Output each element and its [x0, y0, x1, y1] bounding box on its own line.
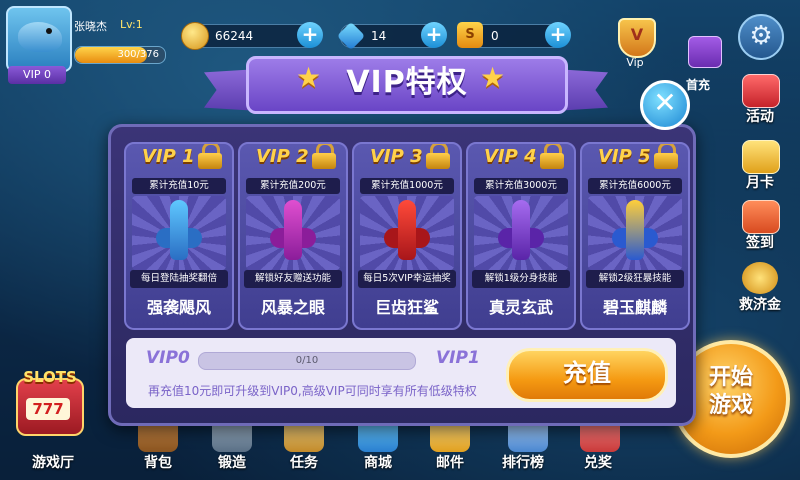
add-gems-button[interactable]: + — [421, 22, 447, 48]
vip-button[interactable]: V Vip — [610, 8, 660, 69]
star-icon: ★ — [480, 61, 506, 94]
vip-card[interactable]: VIP 5 累计充值6000元 解锁2级狂暴技能 碧玉麒麟 — [580, 142, 690, 330]
ticket-counter: S 0 + — [457, 22, 571, 48]
ticket-value: 0 — [491, 29, 499, 43]
vip-card-level: VIP 5 — [598, 146, 651, 167]
close-icon: ✕ — [653, 86, 677, 119]
lock-icon — [198, 144, 222, 170]
cannon-ship-icon — [384, 200, 430, 264]
gift-icon — [742, 74, 780, 108]
start-game-label: 开始 游戏 — [708, 365, 753, 418]
lock-icon — [426, 144, 450, 170]
nav-leaderboard[interactable]: 排行榜 — [502, 452, 544, 472]
exp-text: 300/376 — [117, 49, 159, 60]
side-item-checkin[interactable]: 签到 — [730, 200, 790, 252]
vip-card-benefit: 解锁1级分身技能 — [472, 270, 570, 288]
add-tickets-button[interactable]: + — [545, 22, 571, 48]
nav-shop[interactable]: 商城 — [364, 452, 392, 472]
vip-card-cannon-name: 风暴之眼 — [260, 298, 325, 317]
vip-card-benefit: 解锁好友赠送功能 — [244, 270, 342, 288]
calendar-icon — [742, 140, 780, 174]
player-level: Lv:1 — [120, 18, 143, 31]
coins-icon — [742, 262, 778, 294]
vip-card[interactable]: VIP 2 累计充值200元 解锁好友赠送功能 风暴之眼 — [238, 142, 348, 330]
vip-level-badge: VIP 0 — [8, 66, 66, 84]
vip-card-level: VIP 4 — [484, 146, 537, 167]
ticket-icon: S — [457, 22, 483, 48]
exp-bar: 300/376 — [74, 46, 166, 64]
nav-forge[interactable]: 锻造 — [218, 452, 246, 472]
nav-mail[interactable]: 邮件 — [436, 452, 464, 472]
game-hall-label: 游戏厅 — [32, 455, 74, 471]
side-item-label: 月卡 — [746, 175, 774, 191]
first-charge-label: 首充 — [686, 78, 711, 92]
first-charge-button[interactable]: 首充 — [684, 36, 724, 92]
vip-card-level: VIP 3 — [370, 146, 423, 167]
lock-icon — [654, 144, 678, 170]
gem-counter: 14 + — [336, 21, 447, 51]
vip-card[interactable]: VIP 4 累计充值3000元 解锁1级分身技能 真灵玄武 — [466, 142, 576, 330]
vip-card-level: VIP 1 — [142, 146, 195, 167]
vip-card-requirement: 累计充值10元 — [132, 178, 226, 194]
star-icon: ★ — [296, 61, 322, 94]
lock-icon — [540, 144, 564, 170]
side-item-label: 活动 — [746, 109, 774, 125]
side-item-relief[interactable]: 救济金 — [730, 262, 790, 314]
vip-card-requirement: 累计充值3000元 — [474, 178, 568, 194]
vip-button-label: Vip — [626, 56, 644, 69]
recharge-button[interactable]: 充值 — [506, 348, 668, 402]
vip-card[interactable]: VIP 3 累计充值1000元 每日5次VIP幸运抽奖 巨齿狂鲨 — [352, 142, 462, 330]
vip-crown-icon: V — [618, 18, 656, 58]
vip-card-cannon-name: 强袭飓风 — [146, 298, 211, 317]
settings-button[interactable]: ⚙ — [738, 14, 784, 60]
vip-card-cannon-name: 巨齿狂鲨 — [374, 298, 439, 317]
vip-card-requirement: 累计充值1000元 — [360, 178, 454, 194]
shark-avatar-icon — [18, 22, 62, 52]
coin-counter: 66244 + — [181, 22, 323, 50]
side-item-activity[interactable]: 活动 — [730, 74, 790, 126]
cannon-ship-icon — [498, 200, 544, 264]
vip-card-level: VIP 2 — [256, 146, 309, 167]
side-item-label: 救济金 — [739, 297, 781, 313]
cannon-ship-icon — [156, 200, 202, 264]
vip-card[interactable]: VIP 1 累计充值10元 每日登陆抽奖翻倍 强袭飓风 — [124, 142, 234, 330]
cannon-ship-icon — [270, 200, 316, 264]
player-name: 张晓杰 — [74, 20, 107, 33]
player-avatar[interactable] — [6, 6, 72, 72]
modal-title-banner: VIP特权 — [246, 56, 568, 114]
slots-reels: 777 — [26, 398, 70, 420]
current-vip-label: VIP0 — [146, 348, 190, 368]
side-item-monthly-card[interactable]: 月卡 — [730, 140, 790, 192]
coin-icon — [181, 22, 209, 50]
gem-value: 14 — [371, 29, 387, 43]
vip-card-requirement: 累计充值6000元 — [588, 178, 682, 194]
gift-box-icon — [688, 36, 722, 68]
vip-card-benefit: 解锁2级狂暴技能 — [586, 270, 684, 288]
side-item-label: 签到 — [746, 235, 774, 251]
lock-icon — [312, 144, 336, 170]
slots-word: SLOTS — [23, 368, 77, 386]
vip-progress-text: 0/10 — [295, 355, 319, 366]
upgrade-hint: 再充值10元即可升级到VIP0,高级VIP可同时享有所有低级特权 — [148, 384, 477, 398]
next-vip-label: VIP1 — [436, 348, 480, 368]
vip-card-requirement: 累计充值200元 — [246, 178, 340, 194]
nav-backpack[interactable]: 背包 — [144, 452, 172, 472]
vip-card-benefit: 每日5次VIP幸运抽奖 — [358, 270, 456, 288]
coin-value: 66244 — [215, 29, 254, 43]
cannon-ship-icon — [612, 200, 658, 264]
close-button[interactable]: ✕ — [640, 80, 690, 130]
vip-card-cannon-name: 碧玉麒麟 — [602, 298, 667, 317]
nav-redeem[interactable]: 兑奖 — [584, 452, 612, 472]
checkin-icon — [742, 200, 780, 234]
vip-card-cannon-name: 真灵玄武 — [488, 298, 553, 317]
gear-icon: ⚙ — [749, 21, 773, 51]
vip-progress-bar: 0/10 — [198, 352, 416, 370]
add-coins-button[interactable]: + — [297, 22, 323, 48]
vip-card-benefit: 每日登陆抽奖翻倍 — [130, 270, 228, 288]
nav-tasks[interactable]: 任务 — [290, 452, 318, 472]
slots-game-hall-button[interactable]: SLOTS 777 — [10, 368, 90, 452]
